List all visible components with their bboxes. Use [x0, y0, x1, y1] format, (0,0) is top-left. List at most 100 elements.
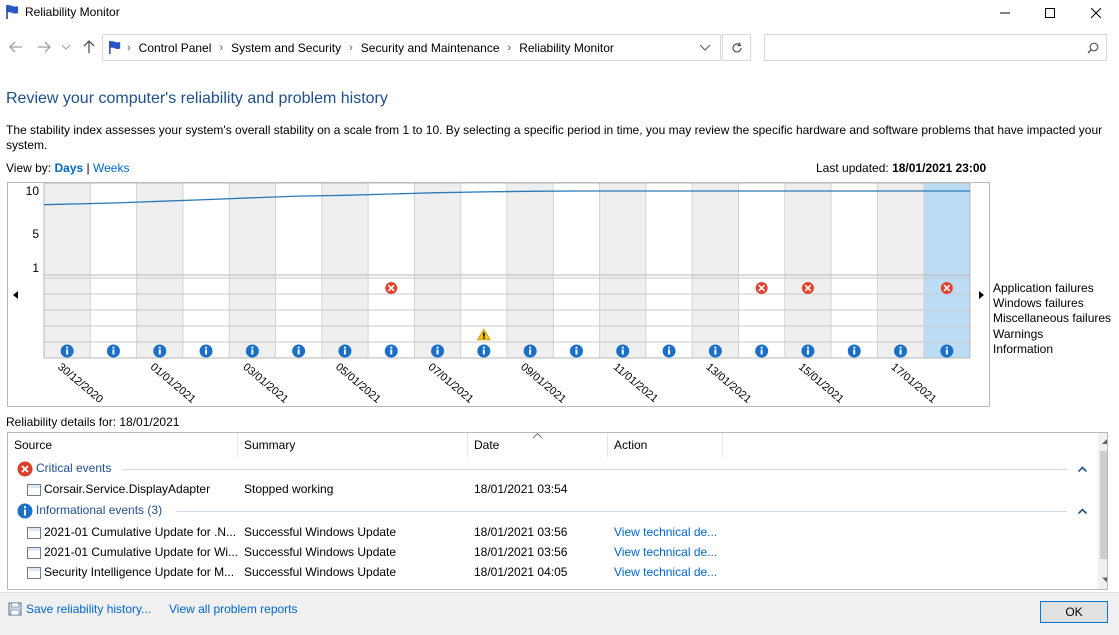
group-divider: [177, 511, 1067, 512]
day-column-02/01/2021[interactable]: [182, 183, 230, 358]
breadcrumb-security-and-maintenance[interactable]: Security and Maintenance: [361, 41, 500, 55]
information-icon-dot: [390, 346, 393, 349]
column-header-action[interactable]: Action: [608, 433, 723, 457]
application-icon: [27, 566, 41, 579]
scroll-up-icon[interactable]: [1102, 439, 1108, 445]
x-tick-label: 30/12/2020: [55, 361, 105, 406]
address-dropdown-icon[interactable]: [700, 45, 710, 51]
group-header-informational[interactable]: Informational events (3): [17, 501, 1093, 521]
back-arrow-icon: [9, 41, 22, 53]
day-column-16/01/2021[interactable]: [831, 183, 878, 358]
day-column-17/01/2021[interactable]: [877, 183, 924, 358]
x-tick-label: 11/01/2021: [611, 361, 660, 405]
day-column-03/01/2021[interactable]: [229, 183, 276, 358]
close-button[interactable]: [1073, 0, 1119, 26]
information-icon-dot: [853, 346, 856, 349]
group-header-critical[interactable]: Critical events: [17, 459, 1093, 479]
day-column-12/01/2021[interactable]: [645, 183, 693, 358]
application-icon: [27, 526, 41, 539]
row-date: 18/01/2021 03:56: [474, 525, 568, 539]
search-icon[interactable]: [1087, 42, 1099, 54]
breadcrumb-control-panel[interactable]: Control Panel: [139, 41, 212, 55]
row-source: 2021-01 Cumulative Update for Wi...: [27, 542, 238, 562]
day-column-09/01/2021[interactable]: [507, 183, 554, 358]
scroll-thumb[interactable]: [1100, 451, 1107, 559]
day-column-13/01/2021[interactable]: [692, 183, 739, 358]
row-action-link[interactable]: View technical de...: [614, 562, 717, 582]
breadcrumb-separator[interactable]: ›: [349, 42, 353, 54]
search-input[interactable]: [769, 38, 1069, 57]
breadcrumb-separator[interactable]: ›: [219, 42, 223, 54]
row-summary: Successful Windows Update: [244, 545, 397, 559]
information-icon-stem: [482, 349, 485, 355]
application-failure-icon[interactable]: [385, 282, 398, 294]
reliability-chart-svg[interactable]: 10 5 1 30/12/2020 01/01/2021 03/01/2021 05/01/…: [8, 183, 989, 406]
table-row[interactable]: Corsair.Service.DisplayAdapter Stopped w…: [8, 479, 1093, 499]
minimize-icon: [1000, 12, 1010, 14]
x-tick-label: 03/01/2021: [240, 361, 290, 406]
application-failure-icon[interactable]: [801, 282, 814, 294]
day-column-18/01/2021[interactable]: [923, 183, 970, 358]
table-row[interactable]: 2021-01 Cumulative Update for .N... Succ…: [8, 522, 1093, 542]
details-list[interactable]: Source Summary Date Action Critical even…: [7, 432, 1108, 590]
information-icon-stem: [806, 349, 809, 355]
view-by-label: View by:: [6, 161, 52, 175]
information-icon-stem: [158, 349, 161, 355]
group-title-critical: Critical events: [36, 461, 112, 475]
view-all-problem-reports-link[interactable]: View all problem reports: [169, 602, 298, 616]
row-action-link[interactable]: View technical de...: [614, 522, 717, 542]
information-icon-dot: [806, 346, 809, 349]
save-reliability-history-link[interactable]: Save reliability history...: [26, 602, 151, 616]
reliability-chart[interactable]: 10 5 1 30/12/2020 01/01/2021 03/01/2021 05/01/…: [7, 182, 990, 407]
chart-scroll-right-icon[interactable]: [979, 291, 984, 299]
collapse-chevron-icon[interactable]: [1078, 466, 1087, 472]
day-column-11/01/2021[interactable]: [599, 183, 646, 358]
breadcrumb-system-and-security[interactable]: System and Security: [231, 41, 341, 55]
view-by-days-link[interactable]: Days: [54, 161, 83, 175]
breadcrumb-separator: ›: [127, 42, 131, 54]
day-column-30/12/2020[interactable]: [44, 183, 91, 358]
day-column-14/01/2021[interactable]: [738, 183, 785, 358]
breadcrumb-separator[interactable]: ›: [508, 42, 512, 54]
information-icon-dot: [158, 346, 161, 349]
x-tick-label: 09/01/2021: [518, 361, 568, 406]
day-column-15/01/2021[interactable]: [784, 183, 832, 358]
minimize-button[interactable]: [982, 0, 1028, 26]
application-failure-icon[interactable]: [940, 282, 953, 294]
day-column-31/12/2020[interactable]: [90, 183, 137, 358]
search-box[interactable]: [764, 34, 1107, 61]
view-by-weeks-link[interactable]: Weeks: [93, 161, 129, 175]
ok-button[interactable]: OK: [1040, 601, 1108, 623]
address-bar[interactable]: › Control Panel › System and Security › …: [102, 34, 721, 61]
row-action-link[interactable]: View technical de...: [614, 542, 717, 562]
up-button[interactable]: [79, 37, 99, 57]
table-row[interactable]: Security Intelligence Update for M... Su…: [8, 562, 1093, 582]
day-column-10/01/2021[interactable]: [553, 183, 600, 358]
column-header-summary[interactable]: Summary: [238, 433, 468, 457]
day-column-05/01/2021[interactable]: [321, 183, 369, 358]
application-failure-icon[interactable]: [755, 282, 768, 294]
forward-button[interactable]: [34, 37, 54, 57]
vertical-scrollbar[interactable]: [1098, 433, 1108, 589]
information-icon-stem: [112, 349, 115, 355]
day-column-06/01/2021[interactable]: [368, 183, 415, 358]
breadcrumb-reliability-monitor[interactable]: Reliability Monitor: [519, 41, 614, 55]
row-summary: Successful Windows Update: [244, 525, 397, 539]
row-source-text: Corsair.Service.DisplayAdapter: [44, 482, 211, 496]
day-column-01/01/2021[interactable]: [136, 183, 183, 358]
collapse-chevron-icon[interactable]: [1078, 508, 1087, 514]
row-summary: Stopped working: [244, 482, 334, 496]
row-summary: Successful Windows Update: [244, 565, 397, 579]
scroll-down-icon[interactable]: [1102, 577, 1108, 583]
day-column-04/01/2021[interactable]: [275, 183, 322, 358]
maximize-button[interactable]: [1027, 0, 1073, 26]
recent-locations-button[interactable]: [60, 37, 72, 57]
information-icon-dot: [66, 346, 69, 349]
back-button[interactable]: [6, 37, 26, 57]
chart-scroll-left-icon[interactable]: [13, 291, 18, 299]
column-header-source[interactable]: Source: [8, 433, 238, 457]
day-column-07/01/2021[interactable]: [414, 183, 461, 358]
refresh-button[interactable]: [722, 34, 751, 61]
y-tick-label: 5: [32, 227, 39, 241]
table-row[interactable]: 2021-01 Cumulative Update for Wi... Succ…: [8, 542, 1093, 562]
